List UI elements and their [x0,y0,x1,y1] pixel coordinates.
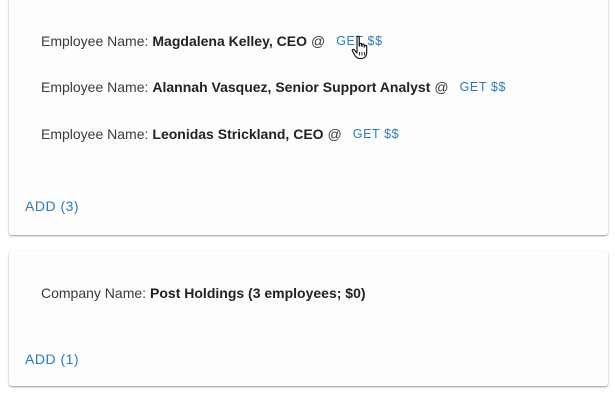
companies-card: Company Name: Post Holdings (3 employees… [9,251,608,386]
employee-name-value: Alannah Vasquez, Senior Support Analyst [152,79,431,95]
company-name-value: Post Holdings (3 employees; $0) [150,285,366,301]
add-employee-button[interactable]: ADD (3) [25,198,79,214]
get-money-button[interactable]: GET $$ [336,32,382,50]
employee-name-value: Leonidas Strickland, CEO [152,126,324,142]
employees-card: Employee Name: Magdalena Kelley, CEO @ G… [9,0,608,235]
employee-name-label: Employee Name: [41,79,149,95]
get-money-button[interactable]: GET $$ [460,78,506,96]
at-symbol: @ [327,126,342,142]
add-company-button[interactable]: ADD (1) [25,351,79,367]
at-symbol: @ [434,79,449,95]
employee-row: Employee Name: Magdalena Kelley, CEO @ G… [41,32,383,50]
employee-row: Employee Name: Leonidas Strickland, CEO … [41,125,399,143]
employee-row: Employee Name: Alannah Vasquez, Senior S… [41,78,506,96]
employee-name-label: Employee Name: [41,126,149,142]
employee-name-value: Magdalena Kelley, CEO [152,33,307,49]
employee-name-label: Employee Name: [41,33,149,49]
company-row: Company Name: Post Holdings (3 employees… [41,284,366,302]
get-money-button[interactable]: GET $$ [353,125,399,143]
at-symbol: @ [310,33,326,49]
company-name-label: Company Name: [41,285,147,301]
